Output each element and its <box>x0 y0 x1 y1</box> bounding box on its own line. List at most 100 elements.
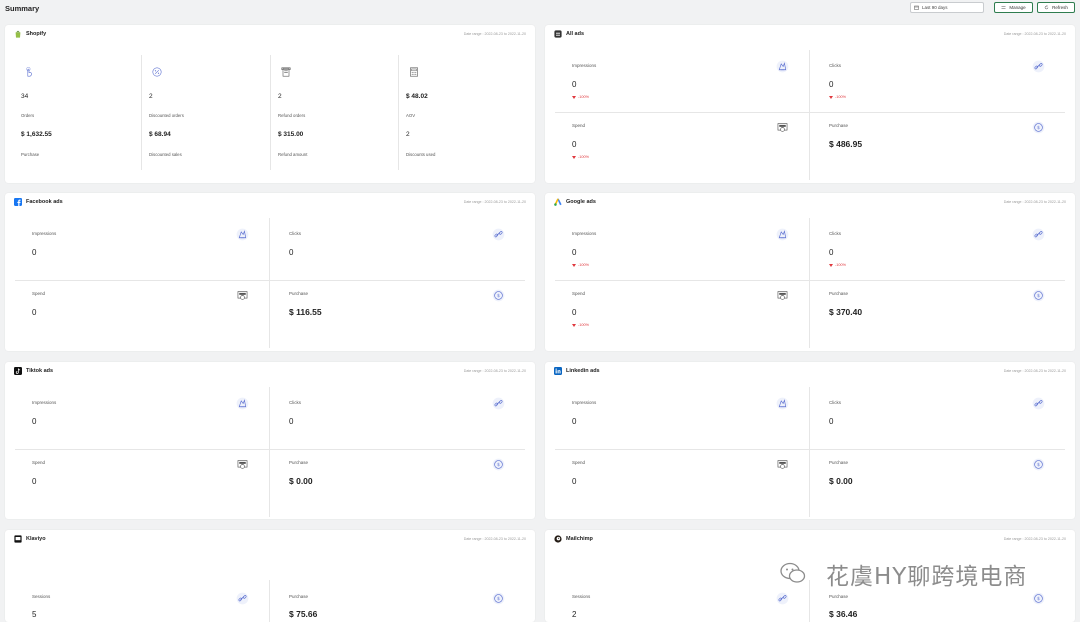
link-icon <box>492 397 505 410</box>
date-range-text: Date range : 2022-08-23 to 2022-11-20 <box>463 32 526 36</box>
divider <box>269 218 270 348</box>
purchase-label: Purchase <box>829 123 849 128</box>
delta-text: -100% <box>578 323 589 327</box>
divider <box>15 280 525 281</box>
dollar-icon <box>1032 289 1045 302</box>
spend-delta: -100% <box>572 323 589 327</box>
sessions-value: 5 <box>32 610 37 619</box>
shopify-logo-icon <box>15 30 21 38</box>
date-range-select[interactable]: Last 90 days <box>910 2 984 13</box>
discounted-orders-count: 2 <box>149 93 153 100</box>
spend-delta: -100% <box>572 155 589 159</box>
refund-amount-label: Refund amount <box>278 152 308 157</box>
refund-orders-label: Refund orders <box>278 113 306 118</box>
down-arrow-icon <box>572 323 576 327</box>
card-header: Tiktok ads Date range : 2022-08-23 to 20… <box>5 362 535 380</box>
dollar-icon <box>492 458 505 471</box>
facebook-logo-icon <box>14 198 22 206</box>
link-icon <box>776 592 789 605</box>
clicks-value: 0 <box>829 80 834 89</box>
divider <box>809 580 810 622</box>
card-header: Shopify Date range : 2022-08-23 to 2022-… <box>5 25 535 43</box>
purchase-value: $ 1,632.55 <box>21 131 52 138</box>
purchase-value: $ 116.55 <box>289 307 322 317</box>
delta-text: -100% <box>578 95 589 99</box>
impressions-icon <box>236 228 249 241</box>
klaviyo-logo-icon <box>14 535 22 543</box>
spend-icon <box>236 289 249 302</box>
divider <box>270 55 271 170</box>
dollar-icon <box>1032 121 1045 134</box>
impressions-value: 0 <box>572 417 577 426</box>
google-ads-card: Google ads Date range : 2022-08-23 to 20… <box>545 193 1075 351</box>
card-header: All ads Date range : 2022-08-23 to 2022-… <box>545 25 1075 43</box>
refresh-icon <box>1044 5 1049 10</box>
discounted-sales-value: $ 68.94 <box>149 131 171 138</box>
card-header: Linkedin ads Date range : 2022-08-23 to … <box>545 362 1075 380</box>
dollar-icon <box>1032 458 1045 471</box>
discounted-sales-label: Discounted sales <box>149 152 182 157</box>
aov-value: $ 48.02 <box>406 93 428 100</box>
discounts-used-label: Discounts used <box>406 152 436 157</box>
card-title: Linkedin ads <box>566 368 600 374</box>
impressions-delta: -100% <box>572 95 589 99</box>
link-icon <box>1032 228 1045 241</box>
purchase-label: Purchase <box>289 594 309 599</box>
impressions-delta: -100% <box>572 263 589 267</box>
refresh-button[interactable]: Refresh <box>1037 2 1075 13</box>
down-arrow-icon <box>829 95 833 99</box>
impressions-icon <box>776 228 789 241</box>
manage-button[interactable]: Manage <box>994 2 1033 13</box>
divider <box>555 112 1065 113</box>
refund-amount-value: $ 315.00 <box>278 131 304 138</box>
delta-text: -100% <box>578 155 589 159</box>
date-range-text: Date range : 2022-08-23 to 2022-11-20 <box>1003 537 1066 541</box>
link-icon <box>492 228 505 241</box>
spend-label: Spend <box>32 291 46 296</box>
hand-tap-icon <box>26 67 32 77</box>
spend-value: 0 <box>32 308 37 317</box>
purchase-value: $ 75.66 <box>289 609 318 619</box>
card-header: Mailchimp Date range : 2022-08-23 to 202… <box>545 530 1075 548</box>
purchase-label: Purchase <box>829 460 849 465</box>
tiktok-ads-card: Tiktok ads Date range : 2022-08-23 to 20… <box>5 362 535 519</box>
watermark-text: 花虞HY聊跨境电商 <box>826 564 1028 590</box>
spend-label: Spend <box>572 460 586 465</box>
purchase-value: $ 36.46 <box>829 609 858 619</box>
delta-text: -100% <box>578 263 589 267</box>
spend-label: Spend <box>32 460 46 465</box>
date-range-value: Last 90 days <box>922 5 948 10</box>
facebook-ads-card: Facebook ads Date range : 2022-08-23 to … <box>5 193 535 351</box>
down-arrow-icon <box>572 95 576 99</box>
purchase-label: Purchase <box>829 291 849 296</box>
link-icon <box>236 592 249 605</box>
card-header: Google ads Date range : 2022-08-23 to 20… <box>545 193 1075 211</box>
spend-label: Spend <box>572 291 586 296</box>
spend-value: 0 <box>572 308 577 317</box>
impressions-label: Impressions <box>572 231 597 236</box>
receipt-icon <box>281 67 291 77</box>
discounted-orders-label: Discounted orders <box>149 113 184 118</box>
impressions-value: 0 <box>32 417 37 426</box>
divider <box>269 387 270 517</box>
divider <box>809 50 810 180</box>
down-arrow-icon <box>572 155 576 159</box>
mailchimp-logo-icon <box>554 535 562 543</box>
calendar-icon <box>914 5 919 10</box>
date-range-text: Date range : 2022-08-23 to 2022-11-20 <box>1003 200 1066 204</box>
orders-label: Orders <box>21 113 35 118</box>
clicks-label: Clicks <box>829 231 841 236</box>
dollar-icon <box>1032 592 1045 605</box>
clicks-value: 0 <box>829 417 834 426</box>
purchase-label: Purchase <box>829 594 849 599</box>
wechat-icon <box>780 562 806 583</box>
klaviyo-card: Klaviyo Date range : 2022-08-23 to 2022-… <box>5 530 535 622</box>
card-header: Klaviyo Date range : 2022-08-23 to 2022-… <box>5 530 535 548</box>
card-title: Klaviyo <box>26 536 46 542</box>
dollar-icon <box>492 592 505 605</box>
clicks-label: Clicks <box>829 400 841 405</box>
clicks-label: Clicks <box>289 231 301 236</box>
clicks-label: Clicks <box>289 400 301 405</box>
all-ads-logo-icon <box>554 30 562 38</box>
impressions-label: Impressions <box>572 63 597 68</box>
